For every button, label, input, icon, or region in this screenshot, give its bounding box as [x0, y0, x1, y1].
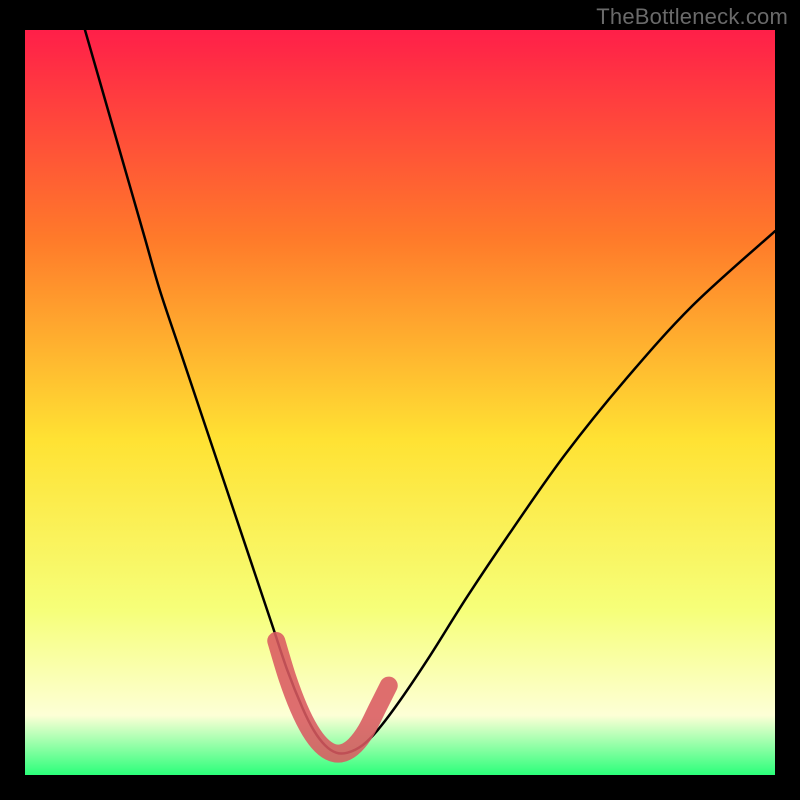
- gradient-background: [25, 30, 775, 775]
- attribution-text: TheBottleneck.com: [596, 4, 788, 30]
- chart-svg: [25, 30, 775, 775]
- chart-frame: TheBottleneck.com: [0, 0, 800, 800]
- chart-plot-area: [25, 30, 775, 775]
